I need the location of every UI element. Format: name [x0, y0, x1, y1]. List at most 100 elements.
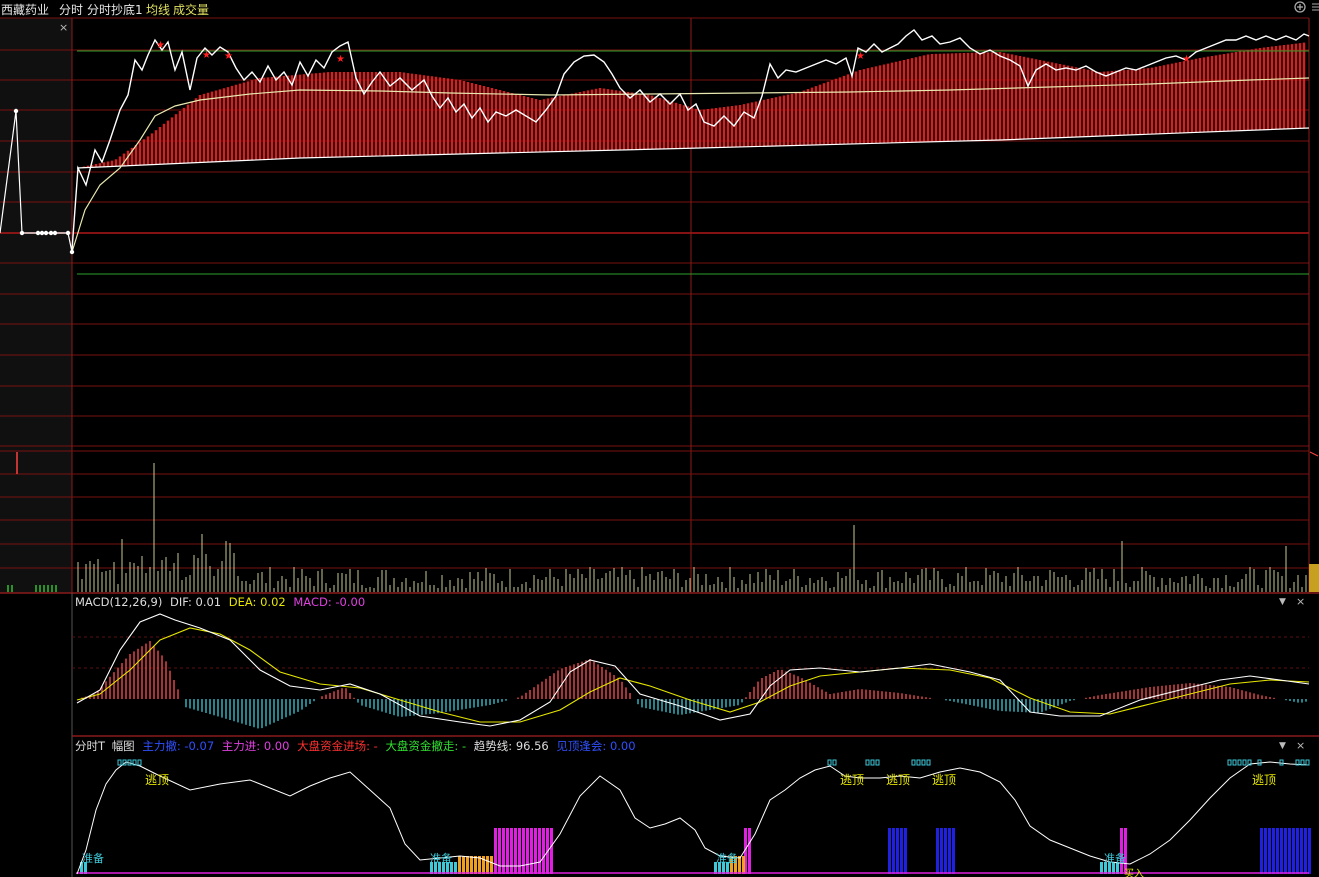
top-marker [865, 759, 870, 766]
flow-dropdown-icon[interactable]: ▼ [1279, 741, 1286, 751]
top-marker [1227, 759, 1232, 766]
star-marker: ★ [1182, 54, 1191, 65]
star-marker: ★ [202, 50, 211, 61]
main-outflow-bar [1300, 828, 1303, 874]
retail-flow-bar [462, 856, 465, 874]
prepare-bar [454, 862, 457, 874]
macd-label: MACD: [293, 595, 332, 609]
trend-label: 趋势线: [473, 739, 513, 753]
main-inflow-bar [748, 828, 751, 874]
volume-edge-block [1309, 564, 1319, 592]
prepare-bar [1100, 862, 1103, 874]
main-outflow-bar [1260, 828, 1263, 874]
top-marker [870, 759, 875, 766]
top-marker [832, 759, 837, 766]
main-outflow-bar [1268, 828, 1271, 874]
escape-top-label: 逃顶 [1252, 773, 1276, 787]
volume-grid [0, 450, 1309, 594]
main-outflow-bar [952, 828, 955, 874]
flow-title: 分时T [75, 739, 106, 753]
escape-top-label: 逃顶 [932, 773, 956, 787]
escape-top-label: 逃顶 [145, 773, 169, 787]
star-marker: ★ [336, 54, 345, 65]
dif-label: DIF: [170, 595, 192, 609]
top-marker [1305, 759, 1310, 766]
main-inflow-bar [522, 828, 525, 874]
top-marker [1257, 759, 1262, 766]
macd-header: MACD(12,26,9) DIF: 0.01 DEA: 0.02 MACD: … [75, 595, 365, 609]
top-value: 0.00 [609, 739, 636, 753]
main-outflow-bar [1308, 828, 1311, 874]
retail-flow-bar [458, 856, 461, 874]
flow-subtitle: 幅图 [111, 739, 135, 753]
main-inflow-bar [542, 828, 545, 874]
star-marker: ★ [856, 51, 865, 62]
dpout-label: 大盘资金撤走: [385, 739, 459, 753]
main-outflow-bar [900, 828, 903, 874]
main-outflow-bar [944, 828, 947, 874]
retail-flow-bar [486, 856, 489, 874]
main-inflow-bar [510, 828, 513, 874]
momentum-red-bars [76, 42, 1310, 169]
zlc-value: -0.07 [184, 739, 215, 753]
main-inflow-bar [538, 828, 541, 874]
top-marker [122, 759, 127, 766]
volume-edge-mark [1309, 451, 1319, 457]
main-outflow-bar [1304, 828, 1307, 874]
macd-close-icon[interactable]: × [1296, 595, 1305, 608]
trend-value: 96.56 [515, 739, 549, 753]
main-inflow-bar [550, 828, 553, 874]
signal-labels: 逃顶 逃顶 逃顶 逃顶 逃顶准备 准备 准备 准备买入 [82, 773, 1276, 877]
main-outflow-bar [940, 828, 943, 874]
prepare-label: 准备 [1104, 851, 1126, 865]
main-inflow-bar [494, 828, 497, 874]
capital-flow-bars [76, 828, 1311, 874]
signal-markers [117, 759, 1310, 766]
main-outflow-bar [1292, 828, 1295, 874]
main-inflow-bar [506, 828, 509, 874]
flow-close-icon[interactable]: × [1296, 739, 1305, 752]
zlj-value: 0.00 [263, 739, 290, 753]
pre-market-dot [43, 230, 49, 236]
retail-flow-bar [490, 856, 493, 874]
main-inflow-bar [534, 828, 537, 874]
main-inflow-bar [514, 828, 517, 874]
left-gutter [0, 18, 72, 593]
retail-flow-bar [738, 856, 741, 874]
macd-dropdown-icon[interactable]: ▼ [1279, 597, 1286, 607]
pre-market-dot [65, 230, 71, 236]
top-marker [827, 759, 832, 766]
dpin-value: - [373, 739, 378, 753]
dea-value: 0.02 [260, 595, 286, 609]
main-inflow-bar [502, 828, 505, 874]
main-outflow-bar [1296, 828, 1299, 874]
dpin-label: 大盘资金进场: [297, 739, 370, 753]
dea-label: DEA: [228, 595, 257, 609]
main-panel-close-icon[interactable]: × [59, 21, 68, 34]
retail-flow-bar [474, 856, 477, 874]
pre-market-dot [35, 230, 41, 236]
main-outflow-bar [896, 828, 899, 874]
dpout-value: - [461, 739, 467, 753]
main-inflow-bar [526, 828, 529, 874]
main-outflow-bar [1280, 828, 1283, 874]
pre-market-dot [48, 230, 54, 236]
top-label: 见顶逢会: [556, 739, 607, 753]
flow-header: 分时T 幅图 主力撤: -0.07 主力进: 0.00 大盘资金进场: - 大盘… [75, 738, 636, 754]
top-marker [1237, 759, 1242, 766]
top-marker [1279, 759, 1284, 766]
main-outflow-bar [888, 828, 891, 874]
main-inflow-bar [1120, 828, 1123, 874]
zlc-label: 主力撤: [142, 739, 181, 753]
top-marker [875, 759, 880, 766]
main-outflow-bar [1272, 828, 1275, 874]
volume-bars [7, 451, 1319, 592]
main-inflow-bar [530, 828, 533, 874]
star-marker: ★ [156, 40, 165, 51]
top-marker [137, 759, 142, 766]
zlj-label: 主力进: [221, 739, 261, 753]
pre-market-dot [69, 249, 75, 255]
prepare-label: 准备 [430, 851, 452, 865]
macd-histogram [81, 641, 1307, 729]
buy-label: 买入 [1124, 868, 1144, 877]
